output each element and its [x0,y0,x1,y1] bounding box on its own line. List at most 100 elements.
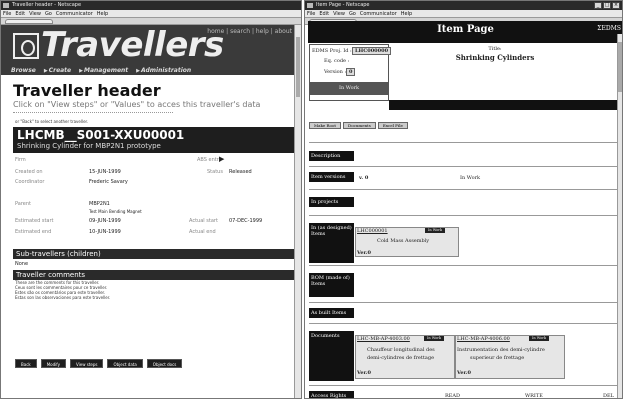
right-titlebar: Item Page - Netscape _ □ × [305,1,622,10]
coordinator-label: Coordinator [15,179,45,185]
dotted-divider [13,112,173,113]
object-data-button[interactable]: Object data [107,359,143,368]
menu-edit[interactable]: Edit [15,10,25,17]
as-built-items-label: As built Items [309,308,354,318]
documents-button[interactable]: Documents [342,122,376,129]
left-titlebar: Traveller header - Netscape [1,1,301,10]
menu-communicator[interactable]: Communicator [56,10,93,17]
bom-items-label: BOM (made of) Items [309,273,354,297]
window-controls: _ □ × [594,2,620,9]
view-steps-button[interactable]: View steps [69,359,104,368]
document-ver: Ver.0 [457,370,471,376]
triangle-right-icon: ▶ [136,68,141,74]
status-value: Released [229,169,252,175]
title-label: Title: [488,46,502,52]
subtravellers-header: Sub-travellers (children) [13,249,298,259]
actual-end-label: Actual end [189,229,216,235]
document-state: In Work [529,336,550,341]
maximize-icon[interactable]: □ [603,2,611,9]
parent-value[interactable]: MBP2N1 [89,201,110,207]
triangle-right-icon: ▶ [79,68,83,74]
row-divider [309,302,618,303]
toolbar-grip[interactable] [5,19,53,24]
menu-view[interactable]: View [29,10,41,17]
document-code[interactable]: LHC-MB-AP-4006.00 [457,336,510,342]
parent-description: Test Main Bending Magnet [89,209,142,214]
version-value: 0 [346,68,356,76]
document-title-line: Instrumentation des demi-cylindre [457,347,545,353]
nav-administration[interactable]: ▶Administration [136,67,191,74]
est-end-label: Estimated end [15,229,52,235]
menu-view[interactable]: View [333,10,345,17]
traveller-description: Shrinking Cylinder for MBP2N1 prototype [17,142,161,150]
item-versions-label: Item versions [309,172,354,182]
row-divider [309,189,618,190]
menu-file[interactable]: File [3,10,11,17]
coordinator-value: Frederic Savary [89,179,128,185]
nav-create[interactable]: ▶Create [44,67,71,74]
abs-entry-arrow-icon[interactable]: ▶ [219,156,224,163]
menu-file[interactable]: File [307,10,315,17]
nav-browse[interactable]: Browse [11,67,36,74]
item-info-box: EDMS Proj. Id : LHC000000 Eq. code : Ver… [309,44,392,101]
comment-line: Estas son las observaciones para este tr… [15,295,111,300]
designed-item-ver: Ver.0 [357,250,371,256]
in-projects-label: In projects [309,197,354,207]
est-start-value: 09-JUN-1999 [89,218,121,224]
object-docs-button[interactable]: Object docs [146,359,183,368]
document-title-line: demi-cylindres de frettage [367,355,435,361]
item-actions: Make Root Documents Excel File [309,122,408,129]
right-scrollbar[interactable] [617,34,622,398]
parent-label: Parent [15,201,32,207]
comments-header: Traveller comments [13,270,298,280]
row-divider [309,265,618,266]
back-button[interactable]: Back [15,359,37,368]
modify-button[interactable]: Modify [40,359,66,368]
left-scroll-thumb[interactable] [296,37,300,97]
make-root-button[interactable]: Make Root [309,122,341,129]
document-code[interactable]: LHC-MB-AP-4003.00 [357,336,410,342]
close-icon[interactable]: × [612,2,620,9]
designed-item-title: Cold Mass Assembly [377,238,430,244]
row-divider [309,215,618,216]
traveller-fields: Firm ABS entry ▶ Created on 15-JUN-1999 … [13,153,298,249]
left-scrollbar[interactable] [294,25,301,398]
right-menubar: File Edit View Go Communicator Help [305,10,622,18]
traveller-code: LHCMB__S001-XXU00001 [17,128,185,142]
minimize-icon[interactable]: _ [594,2,602,9]
comments-list: These are the comments for this travelle… [15,280,294,300]
back-note: or "Back" to select another traveller. [15,119,89,124]
menu-communicator[interactable]: Communicator [360,10,397,17]
designed-item-code[interactable]: LHC000001 [357,228,388,234]
created-on-label: Created on [15,169,43,175]
excel-file-button[interactable]: Excel File [377,122,408,129]
documents-label: Documents [309,331,354,381]
right-scroll-thumb[interactable] [618,42,622,92]
menu-help[interactable]: Help [97,10,108,17]
access-read-header: READ [445,393,461,399]
traveller-page: home | search | help | about Travellers … [1,25,298,398]
status-label: Status [207,169,223,175]
traveller-window: Traveller header - Netscape File Edit Vi… [0,0,302,399]
access-write-header: WRITE [525,393,543,399]
left-toolbar [1,18,301,25]
row-divider [309,166,618,167]
item-version-value[interactable]: v. 0 [359,175,368,181]
item-page-title: Item Page [437,24,494,35]
nav-management[interactable]: ▶Management [79,67,128,74]
edms-logo: ΣEDMS [597,25,621,32]
left-window-title: Traveller header - Netscape [12,2,82,8]
designed-item-state: In Work [425,228,446,233]
menu-help[interactable]: Help [401,10,412,17]
menu-edit[interactable]: Edit [319,10,329,17]
item-header-footer [389,100,622,110]
netscape-icon [3,3,9,8]
traveller-id-box: LHCMB__S001-XXU00001 Shrinking Cylinder … [13,127,298,153]
travellers-banner: home | search | help | about Travellers … [1,25,294,75]
est-end-value: 10-JUN-1999 [89,229,121,235]
document-title-line: Chauffeur longitudinal des [367,347,435,353]
menu-go[interactable]: Go [45,10,52,17]
traveller-actions: Back Modify View steps Object data Objec… [15,359,183,368]
menu-go[interactable]: Go [349,10,356,17]
main-nav: Browse ▶Create ▶Management ▶Administrati… [11,67,191,74]
